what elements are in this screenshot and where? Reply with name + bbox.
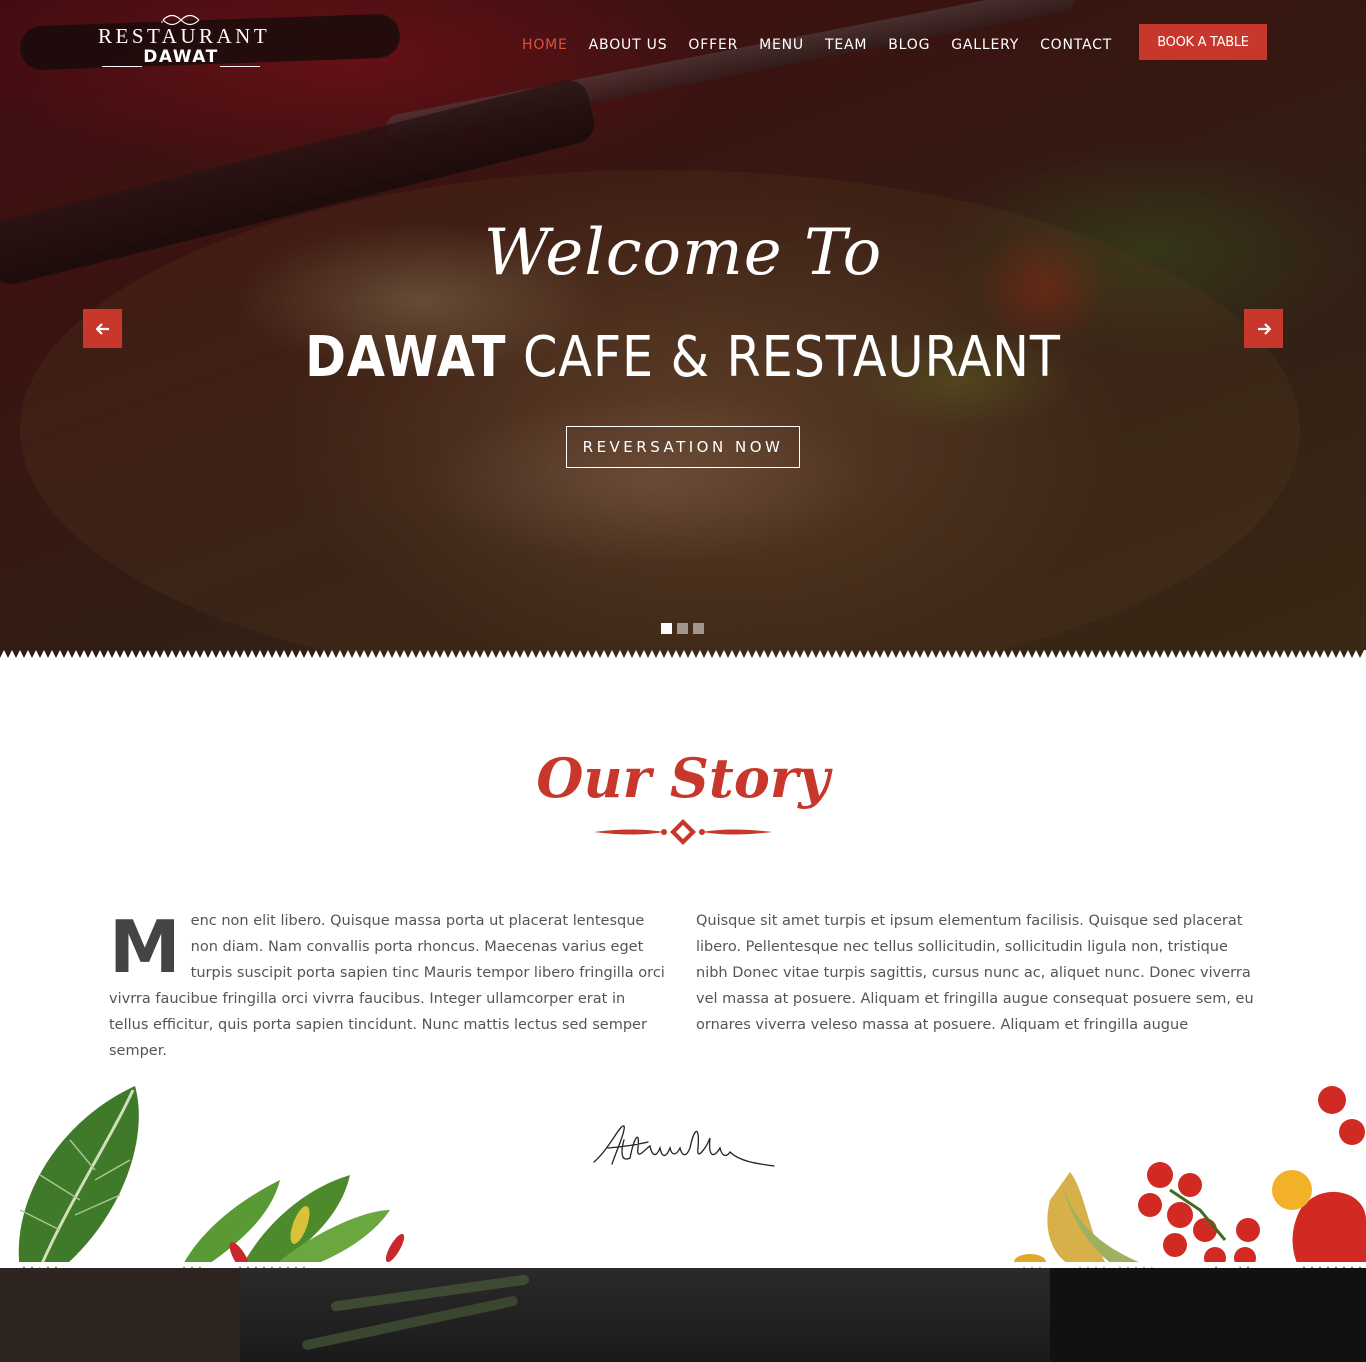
nav-team[interactable]: TEAM bbox=[825, 36, 867, 54]
hero-slider: RESTAURANT DAWAT HOME ABOUT US OFFER MEN… bbox=[0, 0, 1366, 660]
shade-image bbox=[1050, 1268, 1366, 1362]
hero-title-bold: DAWAT bbox=[305, 325, 507, 390]
nav-menu[interactable]: MENU bbox=[759, 36, 804, 54]
slider-prev-button[interactable] bbox=[83, 309, 122, 348]
nav-blog[interactable]: BLOG bbox=[888, 36, 930, 54]
story-paragraph-right: Quisque sit amet turpis et ipsum element… bbox=[696, 913, 1254, 1033]
logo-top-text: RESTAURANT bbox=[98, 24, 271, 48]
vegetables-decoration bbox=[18, 1086, 1366, 1270]
story-left-text: enc non elit libero. Quisque massa porta… bbox=[109, 913, 665, 1059]
slider-dot-3[interactable] bbox=[693, 623, 704, 634]
tomatoes-icon bbox=[1138, 1086, 1366, 1270]
slider-dot-1[interactable] bbox=[661, 623, 672, 634]
next-section-preview bbox=[0, 1268, 1366, 1362]
hero-welcome-text: Welcome To bbox=[483, 216, 883, 290]
yellow-tomato-icon bbox=[1272, 1170, 1312, 1210]
arrow-left-icon bbox=[95, 322, 109, 335]
arrow-right-icon bbox=[1257, 322, 1271, 335]
nav-offer[interactable]: OFFER bbox=[688, 36, 738, 54]
slider-next-button[interactable] bbox=[1244, 309, 1283, 348]
story-title: Our Story bbox=[536, 746, 830, 810]
slider-pagination bbox=[661, 623, 704, 634]
wood-board-image bbox=[0, 1268, 240, 1362]
corn-icon bbox=[1014, 1172, 1160, 1270]
nav-home[interactable]: HOME bbox=[522, 36, 568, 54]
logo-bottom-text: DAWAT bbox=[143, 47, 219, 67]
herbs-icon bbox=[180, 1175, 405, 1270]
main-nav: HOME ABOUT US OFFER MENU TEAM BLOG GALLE… bbox=[522, 36, 1133, 54]
reservation-button[interactable]: REVERSATION NOW bbox=[566, 426, 800, 468]
story-paragraph-left: Menc non elit libero. Quisque massa port… bbox=[109, 908, 665, 1064]
book-table-button[interactable]: BOOK A TABLE bbox=[1139, 24, 1267, 60]
logo[interactable]: RESTAURANT DAWAT bbox=[98, 14, 271, 74]
leaf-left-icon bbox=[18, 1086, 139, 1270]
slider-dot-2[interactable] bbox=[677, 623, 688, 634]
ornament-divider-icon bbox=[594, 819, 772, 845]
logo-rule-right bbox=[220, 66, 260, 67]
nav-about-us[interactable]: ABOUT US bbox=[589, 36, 668, 54]
hero-title-rest: CAFE & RESTAURANT bbox=[506, 325, 1061, 390]
story-dropcap: M bbox=[109, 905, 181, 989]
nav-contact[interactable]: CONTACT bbox=[1040, 36, 1112, 54]
logo-rule-left bbox=[102, 66, 142, 67]
nav-gallery[interactable]: GALLERY bbox=[951, 36, 1019, 54]
hero-title: DAWAT CAFE & RESTAURANT bbox=[82, 326, 1284, 390]
hero-zigzag-edge bbox=[0, 650, 1366, 662]
